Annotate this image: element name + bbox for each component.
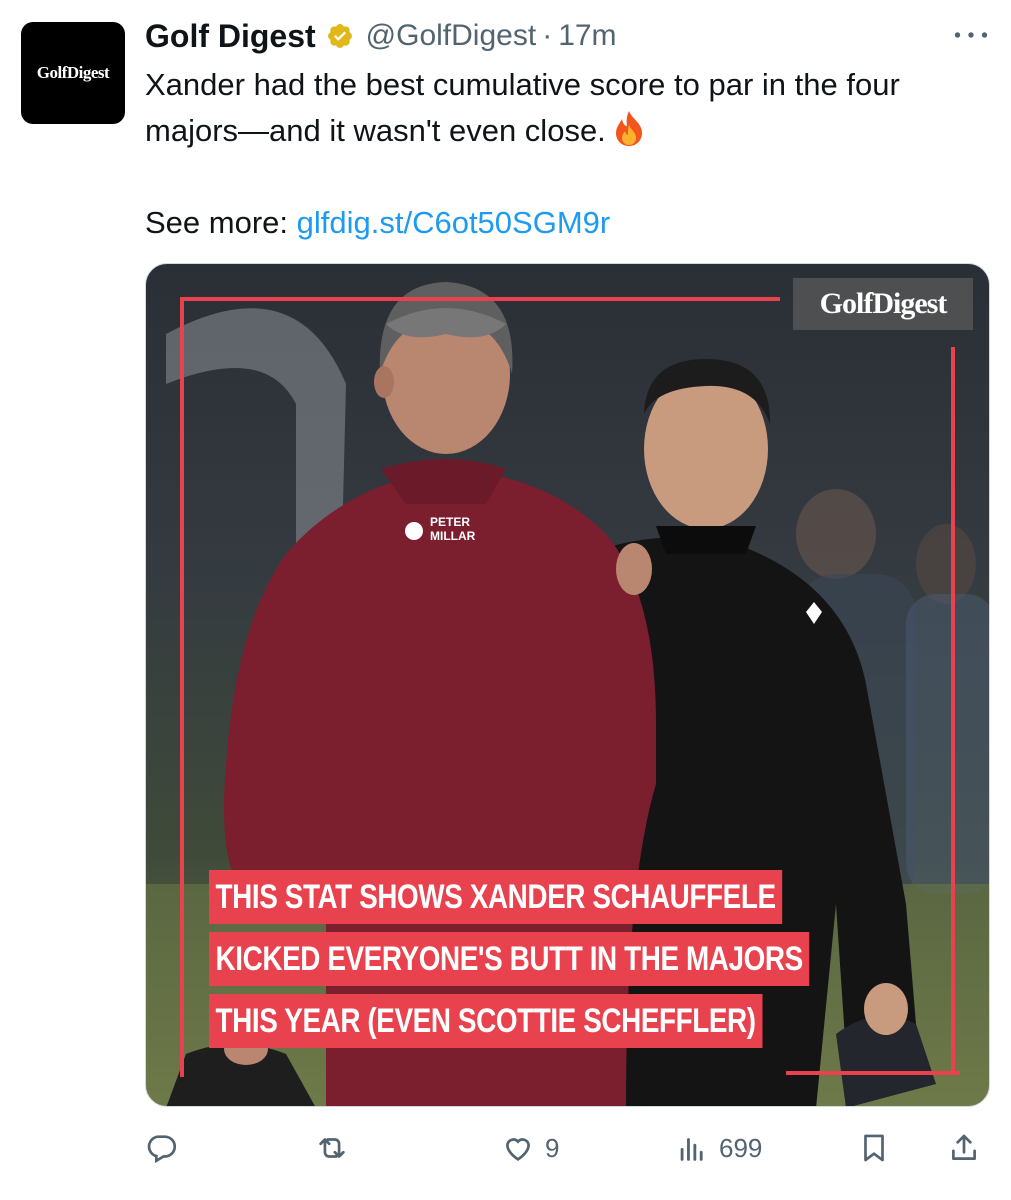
like-icon (506, 1138, 530, 1161)
reply-button[interactable] (145, 1120, 179, 1176)
headline-line-2: KICKED EVERYONE'S BUTT IN THE MAJORS (209, 932, 810, 986)
views-button[interactable]: 699 (675, 1120, 762, 1176)
share-button[interactable] (947, 1120, 981, 1176)
tweet-header: Golf Digest @GolfDigest · 17m (145, 14, 991, 58)
tweet-body: Xander had the best cumulative score to … (145, 67, 900, 148)
share-icon (952, 1134, 976, 1160)
timestamp[interactable]: 17m (558, 19, 616, 53)
separator-dot: · (542, 19, 553, 52)
like-count: 9 (545, 1132, 560, 1163)
watermark-text: GolfDigest (819, 287, 948, 320)
frame-line-top (180, 297, 780, 301)
repost-icon (319, 1138, 345, 1158)
frame-line-left (180, 297, 184, 1077)
fire-emoji-icon (612, 109, 646, 147)
headline-line-3: THIS YEAR (EVEN SCOTTIE SCHEFFLER) (209, 994, 763, 1048)
avatar-logo-text: GolfDigest (36, 63, 110, 82)
tweet-media-image[interactable]: PETER MILLAR GolfDigest THIS STAT SHOWS … (145, 263, 990, 1107)
avatar[interactable]: GolfDigest (21, 22, 125, 124)
tweet-text: Xander had the best cumulative score to … (145, 62, 995, 246)
bookmark-icon (864, 1134, 884, 1162)
shirt-brand-line2: MILLAR (430, 529, 476, 543)
tweet-link[interactable]: glfdig.st/C6ot50SGM9r (297, 205, 611, 240)
bookmark-button[interactable] (857, 1120, 891, 1176)
handle[interactable]: @GolfDigest (366, 19, 537, 53)
image-headline: THIS STAT SHOWS XANDER SCHAUFFELE KICKED… (209, 870, 941, 1056)
headline-line-1: THIS STAT SHOWS XANDER SCHAUFFELE (209, 870, 783, 924)
action-bar: 9 699 (145, 1120, 990, 1176)
more-icon[interactable] (951, 20, 991, 50)
reply-icon (147, 1135, 177, 1164)
display-name[interactable]: Golf Digest (145, 18, 316, 55)
frame-line-bottom (786, 1071, 960, 1075)
shirt-brand-line1: PETER (430, 515, 470, 529)
see-more-label: See more: (145, 205, 297, 240)
verified-badge-icon (326, 22, 354, 50)
frame-line-right (951, 347, 955, 1075)
views-icon (680, 1138, 703, 1161)
repost-button[interactable] (315, 1120, 349, 1176)
view-count: 699 (719, 1132, 763, 1163)
watermark-logo: GolfDigest (793, 278, 973, 330)
like-button[interactable]: 9 (501, 1120, 559, 1176)
